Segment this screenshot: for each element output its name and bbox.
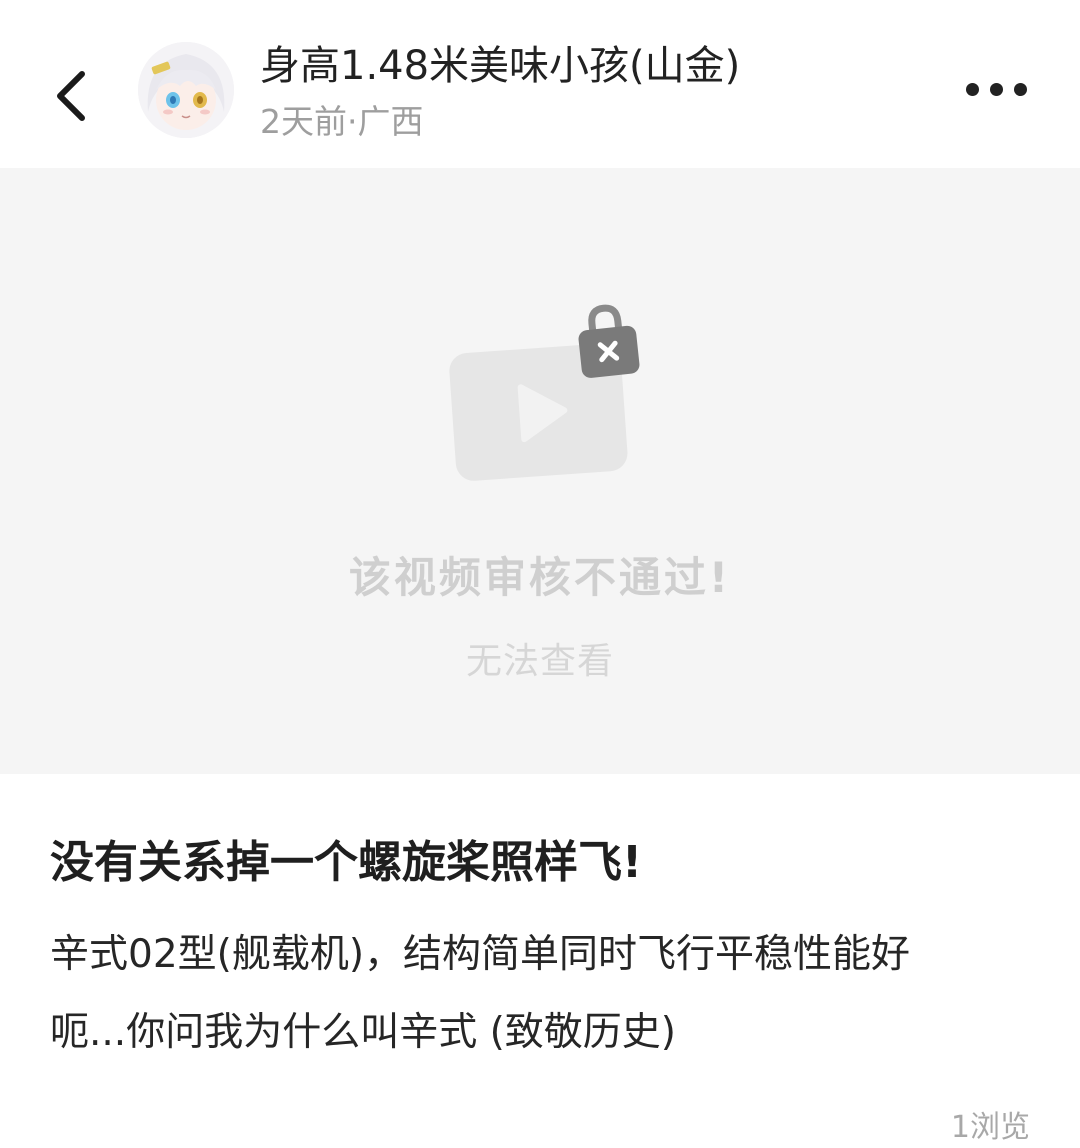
more-horizontal-icon-dot [989,82,1003,96]
back-button[interactable] [40,58,100,134]
post-body-line: 呃...你问我为什么叫辛式 (致敬历史) [50,1010,677,1055]
anime-girl-avatar-icon [138,42,234,138]
video-review-failed-title: 该视频审核不通过! [348,553,732,602]
video-unavailable-subtitle: 无法查看 [465,641,614,682]
view-count: 1浏览 [950,1110,1030,1145]
locked-video-icon [440,296,650,486]
more-options-button[interactable] [955,64,1037,114]
avatar[interactable] [138,42,234,138]
chevron-left-icon [57,71,85,121]
more-horizontal-icon [965,82,979,96]
post-body: 辛式02型(舰载机)，结构简单同时飞行平稳性能好 呃...你问我为什么叫辛式 (… [50,916,1050,1072]
more-horizontal-icon-dot [1013,82,1027,96]
post-time-location: 2天前·广西 [260,102,424,141]
author-name[interactable]: 身高1.48米美味小孩(山金) [260,40,740,92]
video-player-placeholder: 该视频审核不通过! 无法查看 [0,168,1080,774]
post-title: 没有关系掉一个螺旋桨照样飞! [50,837,643,888]
post-header: 身高1.48米美味小孩(山金) 2天前·广西 [0,0,1080,168]
post-body-line: 辛式02型(舰载机)，结构简单同时飞行平稳性能好 [50,932,911,977]
